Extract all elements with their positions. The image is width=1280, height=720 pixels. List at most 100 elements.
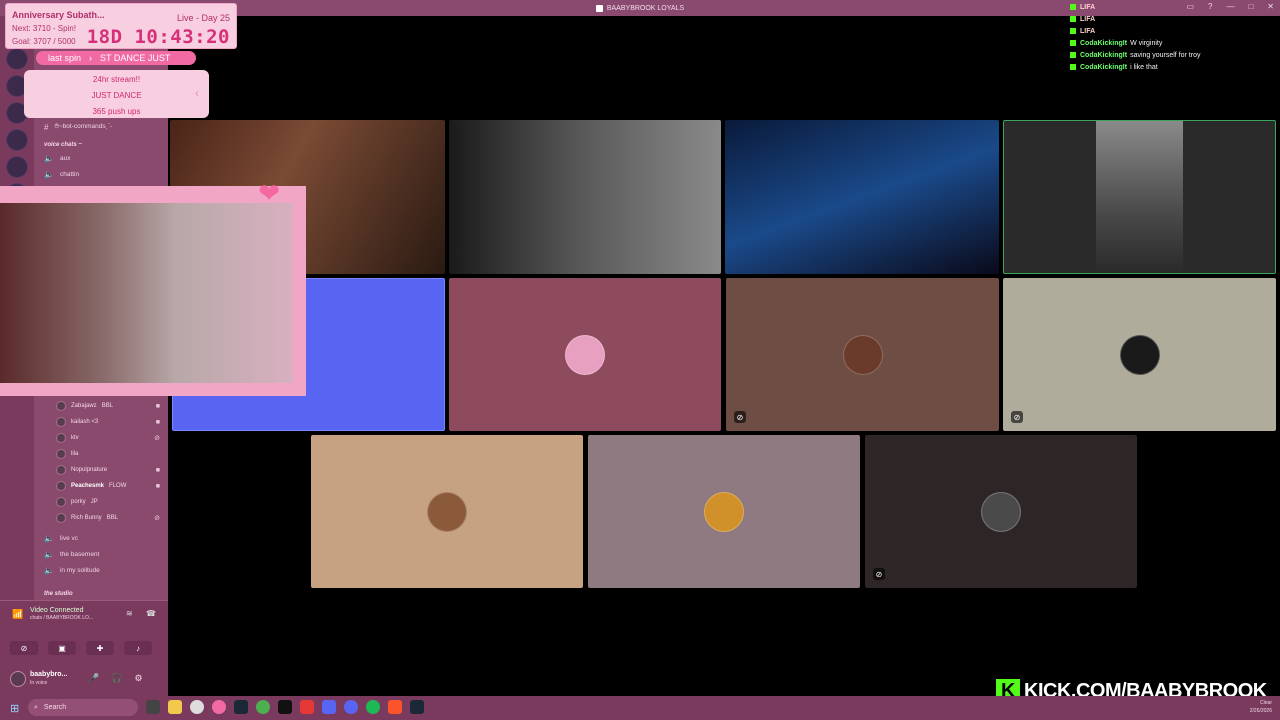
category-voice-chats[interactable]: voice chats ~ (44, 142, 82, 148)
settings-icon[interactable]: ⚙ (134, 673, 142, 684)
kick-badge-icon (1070, 40, 1076, 47)
user-name: Peachesmk (71, 483, 105, 489)
avatar (981, 491, 1021, 532)
voice-user[interactable]: Peachesmk FLOW ■ (56, 481, 160, 491)
speaker-icon: 🔈 (44, 566, 54, 575)
avatar (704, 491, 744, 532)
avatar (842, 334, 883, 375)
spin-item: 365 push ups (92, 107, 141, 116)
voice-user[interactable]: kailash <3 ■ (56, 417, 160, 427)
search-icon: ⌕ (34, 703, 38, 711)
user-name: porky (71, 499, 86, 505)
category-the-studio[interactable]: the studio (44, 591, 73, 597)
pixel-heart-icon: ❤ (258, 178, 280, 208)
voice-user[interactable]: porky JP (56, 497, 160, 507)
screen-share-button[interactable]: ▣ (48, 641, 76, 655)
avatar (56, 449, 66, 459)
obs-icon[interactable] (190, 700, 204, 714)
server-icon[interactable] (6, 48, 28, 70)
voice-status: Video Connected (30, 607, 84, 614)
server-icon[interactable] (6, 129, 28, 151)
video-tile-speaking[interactable] (1003, 120, 1276, 274)
task-view-icon[interactable] (146, 700, 160, 714)
avatar (56, 465, 66, 475)
user-badge: FLOW (109, 483, 127, 489)
avatar (56, 497, 66, 507)
kick-badge-icon (1070, 52, 1076, 59)
channel-bot-commands[interactable]: # ࿉~bot-commandsˎˊ- (44, 118, 112, 137)
app-icon[interactable] (212, 700, 226, 714)
video-tile[interactable] (449, 120, 721, 274)
server-icon[interactable] (6, 156, 28, 178)
chat-user: CodaKickingIt (1080, 40, 1128, 47)
activities-button[interactable]: ✚ (86, 641, 114, 655)
chat-message: CodaKickingIt i like that (1070, 62, 1278, 74)
current-user-name: baabybro... (30, 671, 68, 678)
avatar[interactable] (10, 671, 26, 687)
screen: BAABYBROOK LOYALS ▭ ? — □ ✕ # ࿉~bot-comm… (0, 0, 1280, 720)
app-icon[interactable] (300, 700, 314, 714)
voice-panel: 📶 Video Connected chats / BAABYBROOK LO.… (0, 600, 168, 696)
video-tile[interactable]: ⊘ (1003, 278, 1276, 431)
channel-aux[interactable]: 🔈 aux (44, 154, 70, 163)
video-tile[interactable]: ⊘ (865, 435, 1137, 588)
windows-start-icon[interactable]: ⊞ (10, 702, 19, 715)
taskbar: ⊞ ⌕ Search Clear 2/26/2026 (0, 696, 1280, 720)
spin-item: JUST DANCE (91, 91, 142, 100)
video-tile[interactable] (449, 278, 721, 431)
video-tile[interactable]: ⊘ (726, 278, 999, 431)
timer-live-day: Live - Day 25 (176, 13, 230, 23)
subathon-timer: Anniversary Subath... Next: 3710 - Spin!… (5, 3, 237, 49)
noise-suppression-icon[interactable]: ≋ (126, 609, 133, 618)
chat-message: LIFA (1070, 26, 1278, 38)
voice-user[interactable]: Zabajawz BBL ■ (56, 401, 160, 411)
video-tile[interactable] (311, 435, 583, 588)
brave-icon[interactable] (388, 700, 402, 714)
channel-in-my-solitude[interactable]: 🔈 in my solitude (44, 566, 100, 575)
channel-label: aux (59, 155, 71, 162)
app-icon[interactable] (256, 700, 270, 714)
video-tile[interactable] (725, 120, 999, 274)
headphones-icon[interactable]: 🎧 (111, 673, 122, 684)
user-name: lila (71, 451, 79, 457)
spotify-icon[interactable] (366, 700, 380, 714)
file-explorer-icon[interactable] (168, 700, 182, 714)
discord-icon[interactable] (322, 700, 336, 714)
user-name: kailash <3 (71, 419, 99, 425)
disconnect-icon[interactable]: ☎ (146, 609, 156, 618)
avatar (56, 513, 66, 523)
voice-channel-path[interactable]: chats / BAABYBROOK LO... (30, 615, 93, 621)
window-title: BAABYBROOK LOYALS (606, 4, 685, 12)
camera-off-button[interactable]: ⊘ (10, 641, 38, 655)
voice-user[interactable]: ktv ⊘ (56, 433, 160, 443)
avatar (56, 401, 66, 411)
deafened-icon: ⊘ (1011, 411, 1023, 423)
steam-icon[interactable] (410, 700, 424, 714)
taskbar-search[interactable]: ⌕ Search (28, 699, 138, 716)
voice-user[interactable]: Rich Bunny BBL ⊘ (56, 513, 160, 523)
voice-user[interactable]: lila (56, 449, 160, 459)
microphone-icon[interactable]: 🎤 (88, 673, 99, 684)
muted-icon: ⊘ (154, 515, 160, 522)
last-spin-value: ST DANCE JUST (100, 53, 171, 63)
steam-icon[interactable] (234, 700, 248, 714)
deafened-icon: ⊘ (873, 568, 885, 580)
channel-live-vc[interactable]: 🔈 live vc (44, 534, 78, 543)
voice-user[interactable]: Nopulpnature ■ (56, 465, 160, 475)
soundboard-button[interactable]: ♪ (124, 641, 152, 655)
user-badge: JP (90, 499, 98, 505)
chat-message: LIFA (1070, 2, 1278, 14)
system-tray[interactable]: Clear 2/26/2026 (1250, 699, 1272, 715)
chat-user: LIFA (1080, 16, 1096, 23)
chat-message: CodaKickingIt W virginity (1070, 38, 1278, 50)
taskbar-apps (146, 700, 424, 714)
app-icon[interactable] (344, 700, 358, 714)
user-name: ktv (71, 435, 79, 441)
tiktok-icon[interactable] (278, 700, 292, 714)
video-feed (1096, 121, 1183, 273)
channel-the-basement[interactable]: 🔈 the basement (44, 550, 99, 559)
timer-next: Next: 3710 - Spin! (12, 24, 77, 33)
channel-chattin[interactable]: 🔈 chattin (44, 170, 79, 179)
video-tile[interactable] (588, 435, 860, 588)
spin-wheel-list: 24hr stream!! JUST DANCE 365 push ups ‹ (24, 70, 209, 118)
